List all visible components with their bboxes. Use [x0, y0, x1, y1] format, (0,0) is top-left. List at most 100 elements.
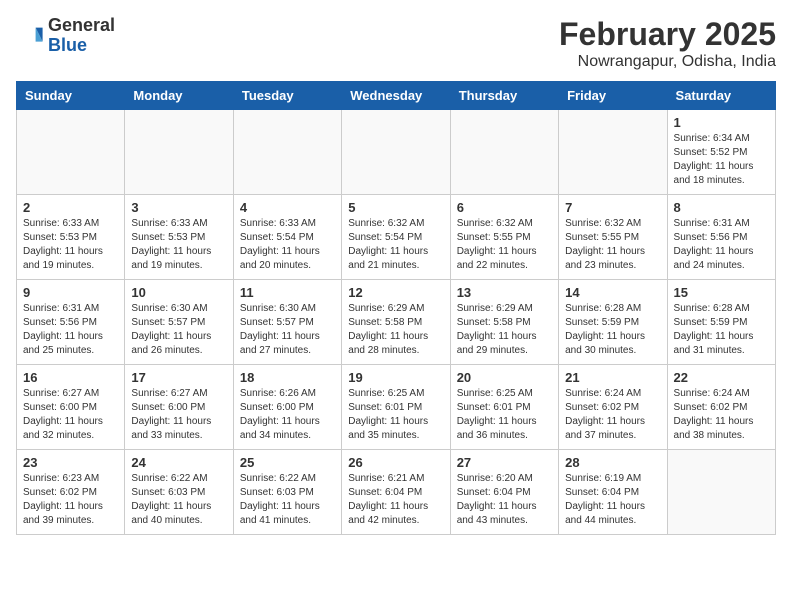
table-row: 6 Sunrise: 6:32 AM Sunset: 5:55 PM Daylig…: [450, 195, 558, 280]
day-info: Sunrise: 6:27 AM Sunset: 6:00 PM Dayligh…: [23, 387, 118, 443]
table-row: 19 Sunrise: 6:25 AM Sunset: 6:01 PM Dayli…: [342, 365, 450, 450]
logo-general-text: General: [48, 15, 115, 35]
day-info: Sunrise: 6:24 AM Sunset: 6:02 PM Dayligh…: [565, 387, 660, 443]
day-info: Sunrise: 6:30 AM Sunset: 5:57 PM Dayligh…: [131, 302, 226, 358]
location-subtitle: Nowrangapur, Odisha, India: [559, 53, 776, 71]
day-number: 11: [240, 285, 335, 300]
month-year-title: February 2025: [559, 16, 776, 53]
table-row: [667, 450, 775, 535]
day-info: Sunrise: 6:32 AM Sunset: 5:55 PM Dayligh…: [565, 217, 660, 273]
day-number: 16: [23, 370, 118, 385]
day-info: Sunrise: 6:19 AM Sunset: 6:04 PM Dayligh…: [565, 472, 660, 528]
table-row: 7 Sunrise: 6:32 AM Sunset: 5:55 PM Daylig…: [559, 195, 667, 280]
day-number: 23: [23, 455, 118, 470]
day-info: Sunrise: 6:25 AM Sunset: 6:01 PM Dayligh…: [457, 387, 552, 443]
calendar-week-row: 2 Sunrise: 6:33 AM Sunset: 5:53 PM Daylig…: [17, 195, 776, 280]
calendar-week-row: 9Sunrise: 6:31 AM Sunset: 5:56 PM Daylig…: [17, 280, 776, 365]
col-sunday: Sunday: [17, 82, 125, 110]
day-number: 22: [674, 370, 769, 385]
day-info: Sunrise: 6:22 AM Sunset: 6:03 PM Dayligh…: [240, 472, 335, 528]
table-row: 15 Sunrise: 6:28 AM Sunset: 5:59 PM Dayli…: [667, 280, 775, 365]
day-info: Sunrise: 6:25 AM Sunset: 6:01 PM Dayligh…: [348, 387, 443, 443]
logo-blue-text: Blue: [48, 35, 87, 55]
day-number: 17: [131, 370, 226, 385]
table-row: 4 Sunrise: 6:33 AM Sunset: 5:54 PM Daylig…: [233, 195, 341, 280]
table-row: 9Sunrise: 6:31 AM Sunset: 5:56 PM Daylig…: [17, 280, 125, 365]
day-number: 12: [348, 285, 443, 300]
day-number: 10: [131, 285, 226, 300]
logo-icon: [16, 22, 44, 50]
col-friday: Friday: [559, 82, 667, 110]
day-info: Sunrise: 6:21 AM Sunset: 6:04 PM Dayligh…: [348, 472, 443, 528]
table-row: [342, 110, 450, 195]
day-info: Sunrise: 6:24 AM Sunset: 6:02 PM Dayligh…: [674, 387, 769, 443]
table-row: 23 Sunrise: 6:23 AM Sunset: 6:02 PM Dayli…: [17, 450, 125, 535]
day-info: Sunrise: 6:31 AM Sunset: 5:56 PM Dayligh…: [674, 217, 769, 273]
day-info: Sunrise: 6:20 AM Sunset: 6:04 PM Dayligh…: [457, 472, 552, 528]
day-number: 19: [348, 370, 443, 385]
page-header: General Blue February 2025 Nowrangapur, …: [16, 16, 776, 71]
title-block: February 2025 Nowrangapur, Odisha, India: [559, 16, 776, 71]
day-info: Sunrise: 6:32 AM Sunset: 5:55 PM Dayligh…: [457, 217, 552, 273]
logo: General Blue: [16, 16, 115, 56]
table-row: 1 Sunrise: 6:34 AM Sunset: 5:52 PM Daylig…: [667, 110, 775, 195]
day-info: Sunrise: 6:22 AM Sunset: 6:03 PM Dayligh…: [131, 472, 226, 528]
day-number: 1: [674, 115, 769, 130]
day-number: 24: [131, 455, 226, 470]
day-info: Sunrise: 6:30 AM Sunset: 5:57 PM Dayligh…: [240, 302, 335, 358]
calendar-week-row: 1 Sunrise: 6:34 AM Sunset: 5:52 PM Daylig…: [17, 110, 776, 195]
table-row: 22 Sunrise: 6:24 AM Sunset: 6:02 PM Dayli…: [667, 365, 775, 450]
day-info: Sunrise: 6:33 AM Sunset: 5:54 PM Dayligh…: [240, 217, 335, 273]
day-number: 8: [674, 200, 769, 215]
day-number: 5: [348, 200, 443, 215]
table-row: 16 Sunrise: 6:27 AM Sunset: 6:00 PM Dayli…: [17, 365, 125, 450]
table-row: [559, 110, 667, 195]
table-row: 26 Sunrise: 6:21 AM Sunset: 6:04 PM Dayli…: [342, 450, 450, 535]
day-info: Sunrise: 6:23 AM Sunset: 6:02 PM Dayligh…: [23, 472, 118, 528]
day-info: Sunrise: 6:28 AM Sunset: 5:59 PM Dayligh…: [565, 302, 660, 358]
table-row: 10 Sunrise: 6:30 AM Sunset: 5:57 PM Dayli…: [125, 280, 233, 365]
table-row: 2 Sunrise: 6:33 AM Sunset: 5:53 PM Daylig…: [17, 195, 125, 280]
day-number: 6: [457, 200, 552, 215]
table-row: 17Sunrise: 6:27 AM Sunset: 6:00 PM Dayli…: [125, 365, 233, 450]
table-row: 27Sunrise: 6:20 AM Sunset: 6:04 PM Dayli…: [450, 450, 558, 535]
table-row: [125, 110, 233, 195]
day-number: 28: [565, 455, 660, 470]
day-number: 18: [240, 370, 335, 385]
day-number: 7: [565, 200, 660, 215]
day-info: Sunrise: 6:28 AM Sunset: 5:59 PM Dayligh…: [674, 302, 769, 358]
day-number: 9: [23, 285, 118, 300]
col-saturday: Saturday: [667, 82, 775, 110]
day-info: Sunrise: 6:29 AM Sunset: 5:58 PM Dayligh…: [348, 302, 443, 358]
day-number: 25: [240, 455, 335, 470]
table-row: 13 Sunrise: 6:29 AM Sunset: 5:58 PM Dayli…: [450, 280, 558, 365]
day-info: Sunrise: 6:33 AM Sunset: 5:53 PM Dayligh…: [131, 217, 226, 273]
day-number: 2: [23, 200, 118, 215]
table-row: 8 Sunrise: 6:31 AM Sunset: 5:56 PM Daylig…: [667, 195, 775, 280]
table-row: 18 Sunrise: 6:26 AM Sunset: 6:00 PM Dayli…: [233, 365, 341, 450]
table-row: 21 Sunrise: 6:24 AM Sunset: 6:02 PM Dayli…: [559, 365, 667, 450]
day-number: 21: [565, 370, 660, 385]
table-row: 20Sunrise: 6:25 AM Sunset: 6:01 PM Dayli…: [450, 365, 558, 450]
calendar-header-row: Sunday Monday Tuesday Wednesday Thursday…: [17, 82, 776, 110]
day-info: Sunrise: 6:33 AM Sunset: 5:53 PM Dayligh…: [23, 217, 118, 273]
table-row: 14 Sunrise: 6:28 AM Sunset: 5:59 PM Dayli…: [559, 280, 667, 365]
table-row: 25 Sunrise: 6:22 AM Sunset: 6:03 PM Dayli…: [233, 450, 341, 535]
table-row: 3 Sunrise: 6:33 AM Sunset: 5:53 PM Daylig…: [125, 195, 233, 280]
col-monday: Monday: [125, 82, 233, 110]
table-row: [17, 110, 125, 195]
day-info: Sunrise: 6:29 AM Sunset: 5:58 PM Dayligh…: [457, 302, 552, 358]
day-info: Sunrise: 6:32 AM Sunset: 5:54 PM Dayligh…: [348, 217, 443, 273]
day-info: Sunrise: 6:26 AM Sunset: 6:00 PM Dayligh…: [240, 387, 335, 443]
day-number: 3: [131, 200, 226, 215]
day-number: 13: [457, 285, 552, 300]
table-row: 28 Sunrise: 6:19 AM Sunset: 6:04 PM Dayli…: [559, 450, 667, 535]
day-number: 26: [348, 455, 443, 470]
day-number: 4: [240, 200, 335, 215]
calendar-table: Sunday Monday Tuesday Wednesday Thursday…: [16, 81, 776, 535]
day-info: Sunrise: 6:34 AM Sunset: 5:52 PM Dayligh…: [674, 132, 769, 188]
day-number: 14: [565, 285, 660, 300]
col-thursday: Thursday: [450, 82, 558, 110]
col-tuesday: Tuesday: [233, 82, 341, 110]
day-number: 15: [674, 285, 769, 300]
